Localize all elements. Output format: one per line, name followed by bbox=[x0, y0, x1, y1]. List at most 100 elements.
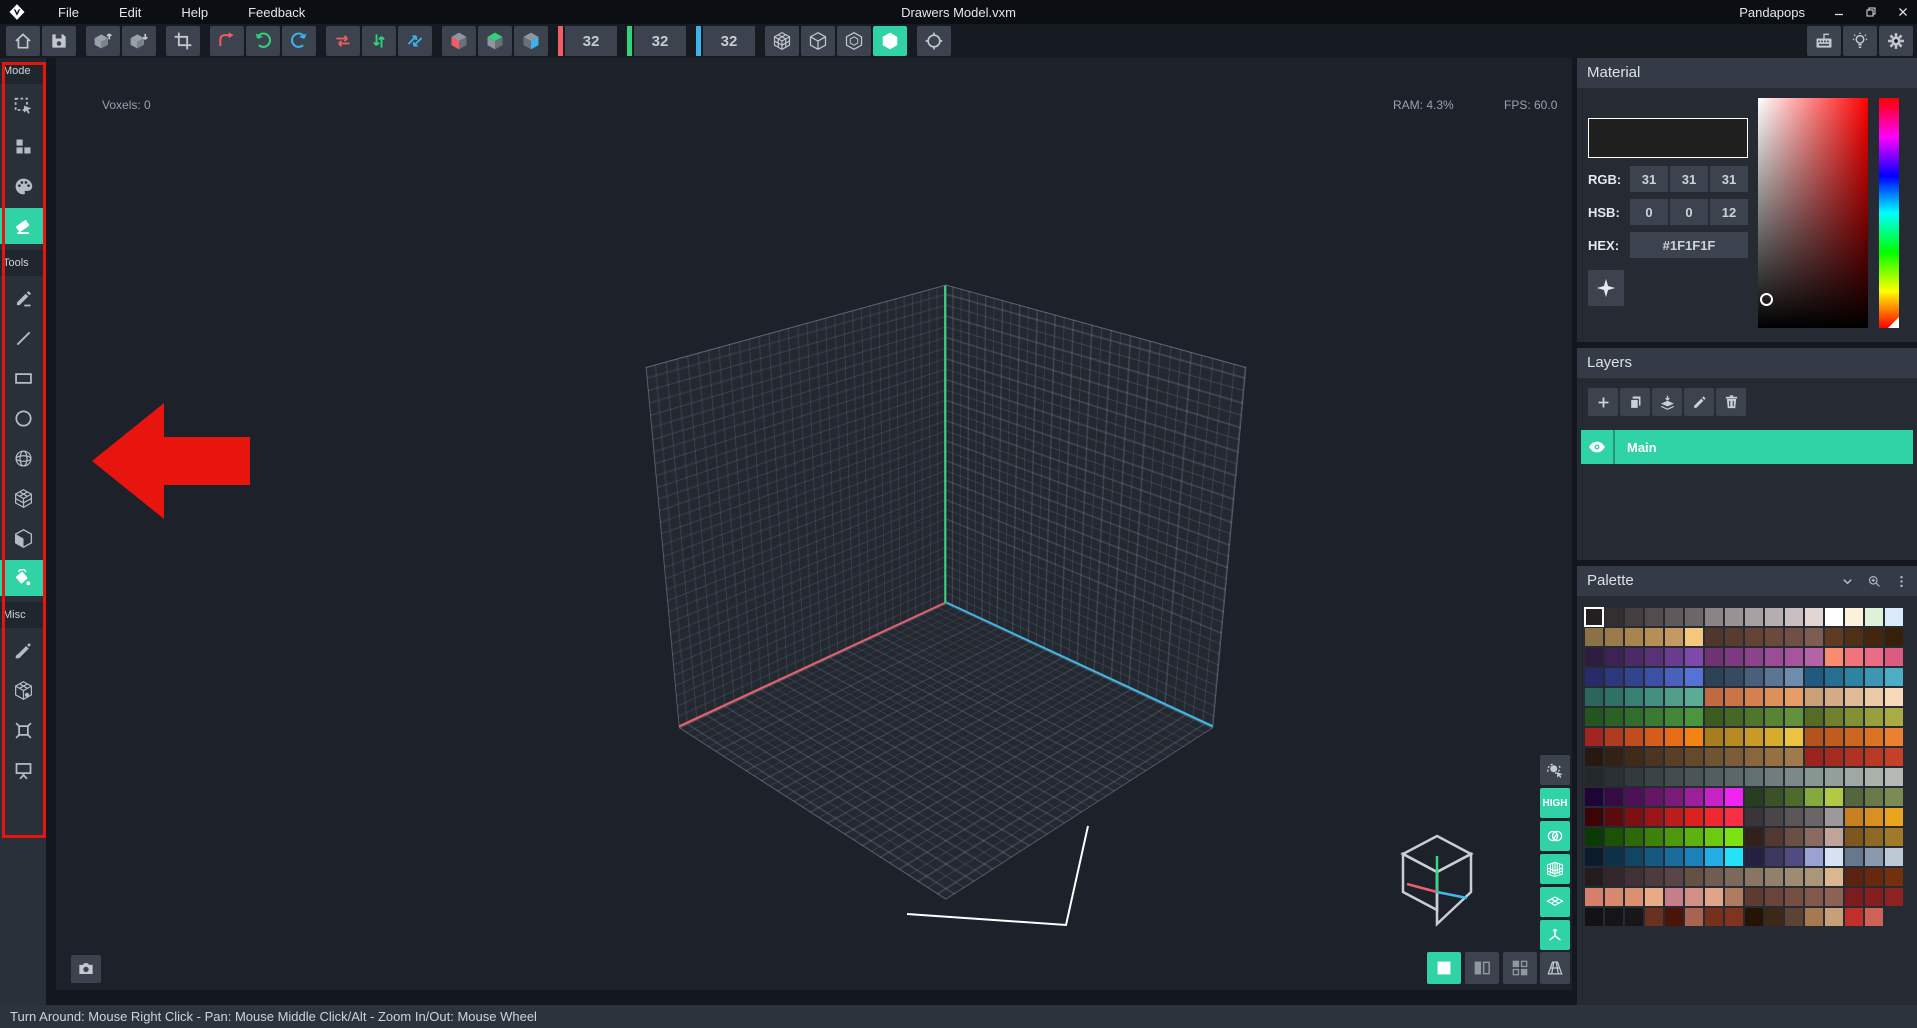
palette-swatch[interactable] bbox=[1705, 888, 1723, 906]
close-icon[interactable] bbox=[1895, 4, 1911, 20]
palette-swatch[interactable] bbox=[1605, 648, 1623, 666]
palette-swatch[interactable] bbox=[1805, 668, 1823, 686]
palette-swatch[interactable] bbox=[1785, 648, 1803, 666]
palette-swatch[interactable] bbox=[1825, 848, 1843, 866]
palette-swatch[interactable] bbox=[1605, 608, 1623, 626]
rotate-z-icon[interactable] bbox=[282, 26, 316, 56]
palette-swatch[interactable] bbox=[1625, 728, 1643, 746]
palette-swatch[interactable] bbox=[1605, 908, 1623, 926]
palette-swatch[interactable] bbox=[1785, 708, 1803, 726]
minimize-icon[interactable] bbox=[1831, 4, 1847, 20]
palette-swatch[interactable] bbox=[1705, 648, 1723, 666]
palette-swatch[interactable] bbox=[1665, 688, 1683, 706]
zoom-in-icon[interactable] bbox=[1867, 574, 1882, 589]
palette-swatch[interactable] bbox=[1685, 728, 1703, 746]
palette-swatch[interactable] bbox=[1865, 788, 1883, 806]
grid-walls-button[interactable] bbox=[1540, 854, 1570, 884]
palette-swatch[interactable] bbox=[1845, 908, 1863, 926]
palette-swatch[interactable] bbox=[1725, 708, 1743, 726]
tips-bulb-icon[interactable] bbox=[1843, 26, 1877, 56]
palette-swatch[interactable] bbox=[1885, 808, 1903, 826]
resize-crop-icon[interactable] bbox=[166, 26, 200, 56]
paint-mode-button[interactable] bbox=[0, 168, 46, 204]
palette-swatch[interactable] bbox=[1685, 648, 1703, 666]
palette-swatch[interactable] bbox=[1785, 848, 1803, 866]
palette-swatch[interactable] bbox=[1845, 868, 1863, 886]
palette-swatch[interactable] bbox=[1885, 708, 1903, 726]
palette-swatch[interactable] bbox=[1685, 628, 1703, 646]
palette-swatch[interactable] bbox=[1865, 908, 1883, 926]
palette-swatch[interactable] bbox=[1585, 628, 1603, 646]
orbit-camera-button[interactable] bbox=[1540, 755, 1570, 785]
palette-swatch[interactable] bbox=[1825, 868, 1843, 886]
hex-field[interactable]: #1F1F1F bbox=[1630, 232, 1748, 258]
palette-swatch[interactable] bbox=[1745, 608, 1763, 626]
palette-swatch[interactable] bbox=[1825, 648, 1843, 666]
palette-swatch[interactable] bbox=[1865, 808, 1883, 826]
palette-swatch[interactable] bbox=[1805, 848, 1823, 866]
palette-swatch[interactable] bbox=[1885, 768, 1903, 786]
palette-swatch[interactable] bbox=[1725, 808, 1743, 826]
palette-swatch[interactable] bbox=[1665, 848, 1683, 866]
palette-swatch[interactable] bbox=[1745, 668, 1763, 686]
palette-swatch[interactable] bbox=[1725, 628, 1743, 646]
palette-swatch[interactable] bbox=[1605, 768, 1623, 786]
circle-tool-button[interactable] bbox=[0, 400, 46, 436]
palette-swatch[interactable] bbox=[1705, 628, 1723, 646]
palette-swatch[interactable] bbox=[1625, 748, 1643, 766]
overlap-circles-button[interactable] bbox=[1540, 821, 1570, 851]
palette-swatch[interactable] bbox=[1645, 608, 1663, 626]
palette-swatch[interactable] bbox=[1645, 748, 1663, 766]
palette-swatch[interactable] bbox=[1865, 728, 1883, 746]
palette-swatch[interactable] bbox=[1765, 888, 1783, 906]
palette-swatch[interactable] bbox=[1785, 828, 1803, 846]
palette-swatch[interactable] bbox=[1685, 848, 1703, 866]
palette-swatch[interactable] bbox=[1705, 708, 1723, 726]
palette-swatch[interactable] bbox=[1625, 908, 1643, 926]
palette-swatch[interactable] bbox=[1665, 768, 1683, 786]
restore-icon[interactable] bbox=[1863, 4, 1879, 20]
palette-swatch[interactable] bbox=[1845, 708, 1863, 726]
palette-swatch[interactable] bbox=[1865, 608, 1883, 626]
palette-swatch[interactable] bbox=[1645, 668, 1663, 686]
split-view-button[interactable] bbox=[1465, 952, 1499, 984]
rotate-x-icon[interactable] bbox=[210, 26, 244, 56]
palette-swatch[interactable] bbox=[1685, 808, 1703, 826]
palette-swatch[interactable] bbox=[1745, 748, 1763, 766]
palette-swatch[interactable] bbox=[1585, 828, 1603, 846]
palette-swatch[interactable] bbox=[1665, 868, 1683, 886]
palette-swatch[interactable] bbox=[1805, 648, 1823, 666]
palette-swatch[interactable] bbox=[1605, 868, 1623, 886]
screen-button[interactable] bbox=[0, 752, 46, 788]
palette-swatch[interactable] bbox=[1745, 888, 1763, 906]
palette-swatch[interactable] bbox=[1805, 908, 1823, 926]
palette-swatch[interactable] bbox=[1825, 628, 1843, 646]
palette-swatch[interactable] bbox=[1685, 668, 1703, 686]
viewport-3d[interactable]: Voxels: 0 RAM: 4.3% FPS: 60.0 HIGH bbox=[56, 58, 1572, 990]
palette-swatch[interactable] bbox=[1685, 748, 1703, 766]
palette-swatch[interactable] bbox=[1585, 688, 1603, 706]
palette-swatch[interactable] bbox=[1805, 608, 1823, 626]
erase-mode-button[interactable] bbox=[0, 208, 46, 244]
palette-swatch[interactable] bbox=[1585, 728, 1603, 746]
transform-button[interactable] bbox=[0, 712, 46, 748]
palette-swatch[interactable] bbox=[1705, 668, 1723, 686]
palette-swatch[interactable] bbox=[1725, 668, 1743, 686]
saturation-value-picker[interactable] bbox=[1758, 98, 1868, 328]
palette-swatch[interactable] bbox=[1805, 808, 1823, 826]
palette-swatch[interactable] bbox=[1745, 728, 1763, 746]
layer-row-main[interactable]: Main bbox=[1581, 430, 1913, 464]
palette-swatch[interactable] bbox=[1705, 868, 1723, 886]
palette-swatch[interactable] bbox=[1845, 728, 1863, 746]
duplicate-layer-icon[interactable] bbox=[1620, 388, 1650, 416]
palette-swatch[interactable] bbox=[1885, 608, 1903, 626]
palette-swatch[interactable] bbox=[1765, 768, 1783, 786]
palette-swatch[interactable] bbox=[1765, 688, 1783, 706]
palette-swatch[interactable] bbox=[1785, 808, 1803, 826]
menu-edit[interactable]: Edit bbox=[119, 5, 163, 20]
palette-swatch[interactable] bbox=[1625, 648, 1643, 666]
select-mode-button[interactable] bbox=[0, 88, 46, 124]
palette-swatch[interactable] bbox=[1665, 888, 1683, 906]
palette-swatch[interactable] bbox=[1725, 648, 1743, 666]
palette-swatch[interactable] bbox=[1585, 908, 1603, 926]
